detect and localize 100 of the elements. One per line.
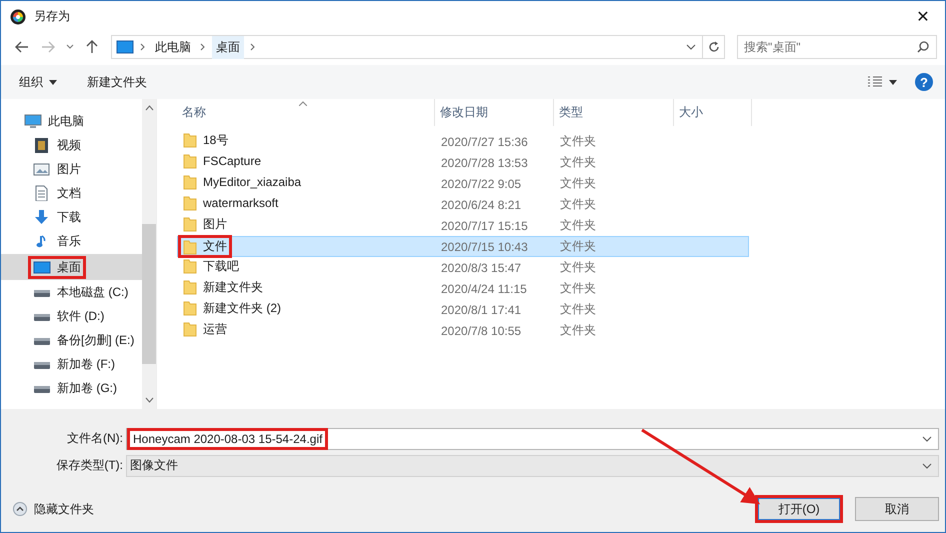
table-cell-text: 2020/8/3 15:47 bbox=[440, 260, 522, 274]
arrow-right-icon bbox=[41, 41, 55, 53]
chevron-down-icon bbox=[686, 44, 696, 50]
sidebar-item[interactable]: 文档 bbox=[1, 181, 142, 205]
caret-icon bbox=[889, 80, 897, 84]
sidebar-item[interactable]: 新加卷 (G:) bbox=[1, 376, 142, 400]
file-name: 18号 bbox=[203, 132, 228, 149]
sidebar-item[interactable]: 本地磁盘 (C:) bbox=[1, 280, 142, 304]
table-cell-text: 2020/7/22 9:05 bbox=[440, 176, 522, 190]
folder-icon bbox=[183, 174, 197, 190]
scrollbar-thumb[interactable] bbox=[142, 224, 156, 364]
table-cell-text: 2020/7/8 10:55 bbox=[440, 324, 522, 338]
chevron-right-icon bbox=[200, 43, 206, 51]
film-icon bbox=[33, 137, 51, 153]
table-cell-text: 文件夹 bbox=[559, 259, 597, 276]
sidebar-item[interactable]: 图片 bbox=[1, 157, 142, 181]
sidebar-item[interactable]: 音乐 bbox=[1, 229, 142, 253]
file-name: 文件 bbox=[203, 238, 227, 255]
search-field[interactable]: 搜索"桌面" bbox=[737, 35, 937, 59]
folder-icon bbox=[183, 195, 197, 211]
table-cell-text: 文件夹 bbox=[559, 133, 597, 150]
highlight-frame: 桌面 bbox=[28, 256, 86, 278]
column-header[interactable]: 类型 bbox=[554, 99, 674, 126]
table-cell-text: 文件夹 bbox=[559, 175, 597, 192]
folder-icon bbox=[183, 216, 197, 232]
sidebar-item[interactable]: 视频 bbox=[1, 133, 142, 157]
table-cell-text: 文件夹 bbox=[559, 217, 597, 234]
file-row[interactable]: 18号 2020/7/27 15:36 文件夹 bbox=[177, 131, 749, 152]
download-icon bbox=[33, 209, 51, 225]
table-cell-text: 文件夹 bbox=[559, 238, 597, 255]
column-header[interactable]: 大小 bbox=[674, 99, 752, 126]
address-bar[interactable]: 此电脑 桌面 bbox=[111, 35, 703, 59]
column-header[interactable]: 名称 bbox=[177, 99, 435, 126]
chevron-down-icon bbox=[144, 397, 154, 403]
column-header[interactable]: 修改日期 bbox=[435, 99, 554, 126]
search-icon bbox=[917, 41, 929, 53]
table-cell-text: 2020/7/17 15:15 bbox=[440, 218, 529, 232]
app-icon bbox=[10, 8, 26, 24]
file-row[interactable]: watermarksoft 2020/6/24 8:21 文件夹 bbox=[177, 194, 749, 215]
chevron-right-icon bbox=[250, 43, 256, 51]
table-cell-text: 2020/7/15 10:43 bbox=[440, 240, 529, 254]
file-name: 运营 bbox=[203, 320, 227, 338]
folder-icon bbox=[183, 258, 197, 274]
folder-icon bbox=[183, 279, 197, 296]
sidebar-item[interactable]: 新加卷 (F:) bbox=[1, 352, 142, 376]
sort-up-icon bbox=[299, 101, 307, 106]
file-type-dropdown[interactable]: 图像文件 bbox=[126, 454, 939, 476]
file-row[interactable]: FSCapture 2020/7/28 13:53 文件夹 bbox=[177, 152, 749, 173]
table-cell-text: 2020/6/24 8:21 bbox=[440, 198, 522, 212]
table-cell-text: 文件夹 bbox=[559, 280, 597, 297]
field-label: 文件名(N): bbox=[66, 430, 124, 447]
table-cell-text: 2020/8/1 17:41 bbox=[440, 302, 522, 316]
scrollbar[interactable] bbox=[142, 99, 156, 409]
file-row[interactable]: 运营 2020/7/8 10:55 文件夹 bbox=[177, 320, 749, 341]
file-row[interactable]: 下载吧 2020/8/3 15:47 文件夹 bbox=[177, 257, 749, 278]
open-button[interactable]: 打开(O) bbox=[757, 497, 841, 521]
breadcrumb-item[interactable]: 此电脑 bbox=[152, 38, 194, 56]
sidebar-item[interactable]: 软件 (D:) bbox=[1, 304, 142, 328]
sidebar-item[interactable]: 备份[勿删] (E:) bbox=[1, 328, 142, 352]
window-title: 另存为 bbox=[34, 8, 71, 25]
refresh-icon bbox=[708, 41, 720, 53]
breadcrumb-item[interactable]: 桌面 bbox=[212, 36, 244, 58]
field-label: 保存类型(T): bbox=[55, 457, 124, 474]
refresh-button[interactable] bbox=[703, 35, 725, 59]
chevron-down-icon bbox=[922, 462, 932, 468]
file-name: watermarksoft bbox=[203, 196, 278, 210]
folder-icon bbox=[183, 300, 197, 316]
file-row[interactable]: 图片 2020/7/17 15:15 文件夹 bbox=[177, 215, 749, 236]
table-cell-text: 文件夹 bbox=[559, 196, 597, 213]
folder-icon bbox=[183, 132, 197, 148]
close-button[interactable]: ✕ bbox=[901, 2, 945, 32]
file-name: FSCapture bbox=[203, 154, 262, 168]
hide-folders-button[interactable]: 隐藏文件夹 bbox=[13, 500, 94, 518]
filename-field[interactable]: Honeycam 2020-08-03 15-54-24.gif bbox=[126, 428, 939, 450]
chevron-down-icon bbox=[66, 44, 74, 50]
new-folder-button[interactable]: 新建文件夹 bbox=[87, 70, 147, 94]
image-icon bbox=[33, 161, 51, 177]
arrow-up-icon bbox=[86, 40, 98, 54]
table-cell-text: 文件夹 bbox=[559, 322, 597, 339]
caret-icon bbox=[49, 80, 57, 84]
sidebar-item[interactable]: 桌面 bbox=[1, 254, 142, 280]
file-row[interactable]: 文件 2020/7/15 10:43 文件夹 bbox=[177, 236, 749, 257]
sidebar-item[interactable]: 下载 bbox=[1, 205, 142, 229]
table-cell-text: 2020/7/27 15:36 bbox=[440, 134, 529, 148]
file-row[interactable]: 新建文件夹 2020/4/24 11:15 文件夹 bbox=[177, 278, 749, 299]
cancel-button[interactable]: 取消 bbox=[855, 497, 939, 521]
chevron-down-icon bbox=[922, 436, 932, 442]
sidebar-item[interactable]: 此电脑 bbox=[1, 109, 142, 133]
folder-icon bbox=[183, 153, 197, 169]
file-row[interactable]: MyEditor_xiazaiba 2020/7/22 9:05 文件夹 bbox=[177, 173, 749, 194]
chevron-up-icon bbox=[144, 105, 154, 111]
file-name: MyEditor_xiazaiba bbox=[203, 175, 302, 189]
help-button[interactable]: ? bbox=[915, 73, 933, 91]
view-list-icon bbox=[867, 76, 883, 88]
file-name: 新建文件夹 bbox=[203, 278, 263, 296]
file-row[interactable]: 新建文件夹 (2) 2020/8/1 17:41 文件夹 bbox=[177, 299, 749, 320]
table-cell-text: 文件夹 bbox=[559, 154, 597, 171]
desktop-icon bbox=[116, 40, 134, 54]
organize-menu[interactable]: 组织 bbox=[19, 70, 57, 94]
arrow-left-icon bbox=[15, 41, 29, 53]
